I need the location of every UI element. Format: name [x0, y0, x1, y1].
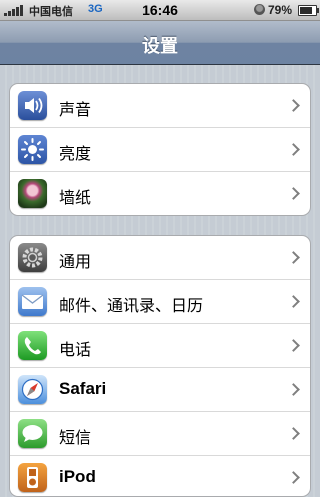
battery-fill	[300, 7, 312, 14]
gear-icon	[18, 243, 47, 272]
ipod-icon	[18, 463, 47, 492]
battery-icon	[298, 5, 319, 16]
settings-row-label: 墙纸	[59, 188, 92, 207]
chevron-right-icon	[287, 99, 300, 112]
chevron-right-icon	[287, 339, 300, 352]
brightness-icon	[18, 135, 47, 164]
chevron-right-icon	[287, 251, 300, 264]
speaker-icon	[18, 91, 47, 120]
page-title: 设置	[142, 36, 178, 57]
rotation-lock-icon	[254, 4, 265, 15]
settings-row-label: 通用	[59, 252, 92, 271]
chevron-right-icon	[287, 143, 300, 156]
settings-row-label: 短信	[59, 428, 92, 447]
settings-row-label: 声音	[59, 100, 92, 119]
chevron-right-icon	[287, 187, 300, 200]
wallpaper-icon	[18, 179, 47, 208]
settings-row-brightness[interactable]: 亮度	[10, 128, 310, 172]
mail-icon	[18, 287, 47, 316]
navigation-bar: 设置	[0, 21, 320, 65]
settings-row-label: Safari	[59, 379, 107, 398]
settings-row-label: 电话	[59, 340, 92, 359]
status-bar: 中国电信 3G 16:46 79%	[0, 0, 320, 21]
settings-row-phone[interactable]: 电话	[10, 324, 310, 368]
settings-row-sounds[interactable]: 声音	[10, 84, 310, 128]
settings-row-general[interactable]: 通用	[10, 236, 310, 280]
chevron-right-icon	[287, 383, 300, 396]
chevron-right-icon	[287, 471, 300, 484]
settings-row-label: iPod	[59, 467, 96, 486]
messages-bubble-icon	[18, 419, 47, 448]
settings-group-2: 通用 邮件、通讯录、日历 电话 Safari 短信 iPod	[9, 235, 311, 497]
chevron-right-icon	[287, 295, 300, 308]
settings-row-label: 邮件、通讯录、日历	[59, 296, 204, 315]
settings-row-mail[interactable]: 邮件、通讯录、日历	[10, 280, 310, 324]
phone-icon	[18, 331, 47, 360]
settings-row-wallpaper[interactable]: 墙纸	[10, 172, 310, 215]
chevron-right-icon	[287, 427, 300, 440]
settings-row-ipod[interactable]: iPod	[10, 456, 310, 496]
settings-row-messages[interactable]: 短信	[10, 412, 310, 456]
settings-group-1: 声音 亮度 墙纸	[9, 83, 311, 216]
settings-row-label: 亮度	[59, 144, 92, 163]
safari-compass-icon	[18, 375, 47, 404]
battery-percent: 79%	[268, 3, 293, 17]
settings-row-safari[interactable]: Safari	[10, 368, 310, 412]
